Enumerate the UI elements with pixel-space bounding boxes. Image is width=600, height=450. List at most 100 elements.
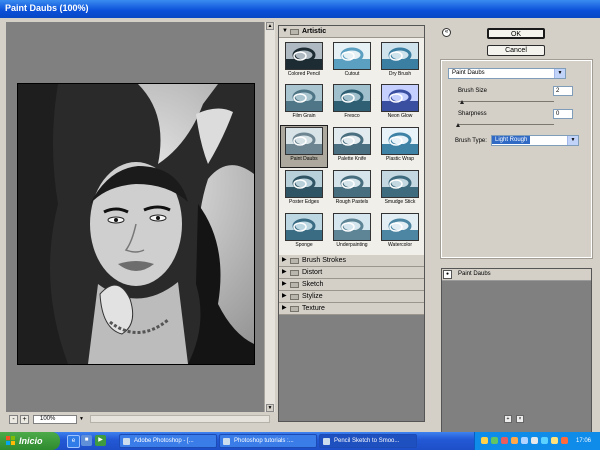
preview-area[interactable] [6, 22, 272, 412]
tray-icon[interactable] [521, 437, 528, 444]
tray-icon[interactable] [511, 437, 518, 444]
filter-thumbnail-label: Paint Daubs [290, 156, 318, 162]
folder-icon [290, 294, 299, 300]
filter-thumbnail-image [381, 127, 419, 155]
browser-icon [223, 438, 230, 445]
task-photoshop-tutorials[interactable]: Photoshop tutorials :... [219, 434, 317, 448]
folder-icon [290, 306, 299, 312]
filter-thumbnail-image [333, 213, 371, 241]
cancel-button[interactable]: Cancel [487, 45, 545, 56]
settings-panel: « OK Cancel Paint Daubs ▼ Brush Size 2 S… [430, 22, 593, 433]
effect-layers-panel: ● Paint Daubs [441, 268, 592, 433]
clock: 17:06 [576, 438, 592, 444]
folder-icon [290, 258, 299, 264]
zoom-in-button[interactable]: + [20, 415, 29, 424]
preview-horizontal-scrollbar[interactable] [90, 415, 270, 423]
eye-icon[interactable]: ● [443, 270, 452, 279]
zoom-out-button[interactable]: - [9, 415, 18, 424]
filter-thumbnails: Colored Pencil Cutout Dry Brush Film Grain F… [279, 38, 424, 255]
filter-thumbnail[interactable]: Rough Pastels [328, 168, 376, 211]
tray-icon[interactable] [501, 437, 508, 444]
media-player-icon[interactable]: ▶ [95, 435, 106, 446]
collapsed-triangle-icon: ▶ [282, 257, 287, 263]
brush-type-select[interactable]: Light Rough ▼ [491, 135, 579, 146]
filter-thumbnail[interactable]: Dry Brush [376, 40, 424, 83]
filter-thumbnail-image [381, 213, 419, 241]
category-texture[interactable]: ▶ Texture [279, 303, 424, 315]
chevron-down-icon[interactable]: ▼ [554, 69, 565, 78]
filter-thumbnail-label: Rough Pastels [335, 199, 369, 205]
tray-icon[interactable] [541, 437, 548, 444]
category-sketch[interactable]: ▶ Sketch [279, 279, 424, 291]
window-titlebar[interactable]: Paint Daubs (100%) [0, 0, 600, 18]
filter-thumbnail[interactable]: Paint Daubs [280, 125, 328, 168]
scroll-down-arrow-icon[interactable]: ▼ [266, 404, 274, 412]
filter-thumbnail[interactable]: Watercolor [376, 211, 424, 254]
filter-thumbnail[interactable]: Plastic Wrap [376, 125, 424, 168]
zoom-bar: - + 100% ▼ [6, 414, 272, 424]
filter-thumbnail[interactable]: Smudge Stick [376, 168, 424, 211]
filter-thumbnail[interactable]: Underpainting [328, 211, 376, 254]
windows-flag-icon [6, 436, 15, 445]
expanded-triangle-icon: ▼ [282, 28, 288, 34]
category-brush-strokes[interactable]: ▶ Brush Strokes [279, 255, 424, 267]
filter-thumbnail-label: Palette Knife [337, 156, 367, 162]
brush-type-label: Brush Type: [455, 138, 487, 144]
start-button[interactable]: Inicio [0, 432, 60, 450]
filter-settings: Paint Daubs ▼ Brush Size 2 Sharpness 0 B… [440, 59, 593, 259]
filter-thumbnail[interactable]: Fresco [328, 82, 376, 125]
filter-thumbnail-image [381, 170, 419, 198]
filter-thumbnail-image [285, 84, 323, 112]
chevron-down-icon[interactable]: ▼ [567, 136, 578, 145]
tray-icon[interactable] [531, 437, 538, 444]
trash-icon[interactable]: × [516, 415, 524, 423]
filter-select[interactable]: Paint Daubs ▼ [448, 68, 566, 79]
filter-thumbnail[interactable]: Neon Glow [376, 82, 424, 125]
zoom-level-field[interactable]: 100% [33, 415, 77, 424]
filter-thumbnail[interactable]: Poster Edges [280, 168, 328, 211]
tray-icon[interactable] [491, 437, 498, 444]
brush-size-slider[interactable] [458, 100, 554, 104]
filter-thumbnail-image [285, 42, 323, 70]
filter-thumbnail-label: Colored Pencil [287, 71, 321, 77]
browser-icon [323, 438, 330, 445]
scroll-up-arrow-icon[interactable]: ▲ [266, 22, 274, 30]
collapsed-triangle-icon: ▶ [282, 269, 287, 275]
filter-thumbnail[interactable]: Cutout [328, 40, 376, 83]
category-distort[interactable]: ▶ Distort [279, 267, 424, 279]
filter-thumbnail[interactable]: Sponge [280, 211, 328, 254]
filter-thumbnail-label: Sponge [295, 242, 313, 248]
filter-thumbnail-label: Neon Glow [387, 113, 413, 119]
internet-explorer-icon[interactable]: e [67, 435, 80, 448]
preview-vertical-scrollbar[interactable]: ▲ ▼ [264, 22, 275, 412]
system-tray: 17:06 [474, 432, 600, 450]
show-desktop-icon[interactable]: ■ [81, 435, 92, 446]
zoom-dropdown-icon[interactable]: ▼ [79, 416, 84, 422]
tray-icon[interactable] [561, 437, 568, 444]
collapse-gallery-icon[interactable]: « [442, 28, 451, 37]
sharpness-input[interactable]: 0 [553, 109, 573, 119]
filter-thumbnail-image [381, 84, 419, 112]
preview-image [17, 83, 255, 365]
category-stylize[interactable]: ▶ Stylize [279, 291, 424, 303]
task-pencil-sketch[interactable]: Pencil Sketch to Smoo... [319, 434, 417, 448]
category-artistic[interactable]: ▼ Artistic [279, 26, 424, 38]
tray-icon[interactable] [551, 437, 558, 444]
brush-size-input[interactable]: 2 [553, 86, 573, 96]
effect-layer-row[interactable]: ● Paint Daubs [442, 269, 591, 281]
filter-thumbnail[interactable]: Film Grain [280, 82, 328, 125]
new-effect-layer-icon[interactable]: + [504, 415, 512, 423]
photoshop-icon [123, 438, 130, 445]
filter-gallery: ▼ Artistic Colored Pencil Cutout Dry Brush… [278, 25, 425, 422]
sharpness-slider[interactable] [456, 123, 554, 127]
brush-size-slider-knob[interactable] [459, 100, 464, 104]
tray-icon[interactable] [481, 437, 488, 444]
filter-thumbnail-label: Underpainting [336, 242, 368, 248]
sharpness-slider-knob[interactable] [456, 123, 460, 127]
filter-thumbnail[interactable]: Palette Knife [328, 125, 376, 168]
effect-layer-name: Paint Daubs [458, 271, 491, 277]
filter-thumbnail[interactable]: Colored Pencil [280, 40, 328, 83]
ok-button[interactable]: OK [487, 28, 545, 39]
filter-thumbnail-label: Smudge Stick [384, 199, 416, 205]
task-adobe-photoshop[interactable]: Adobe Photoshop - [... [119, 434, 217, 448]
